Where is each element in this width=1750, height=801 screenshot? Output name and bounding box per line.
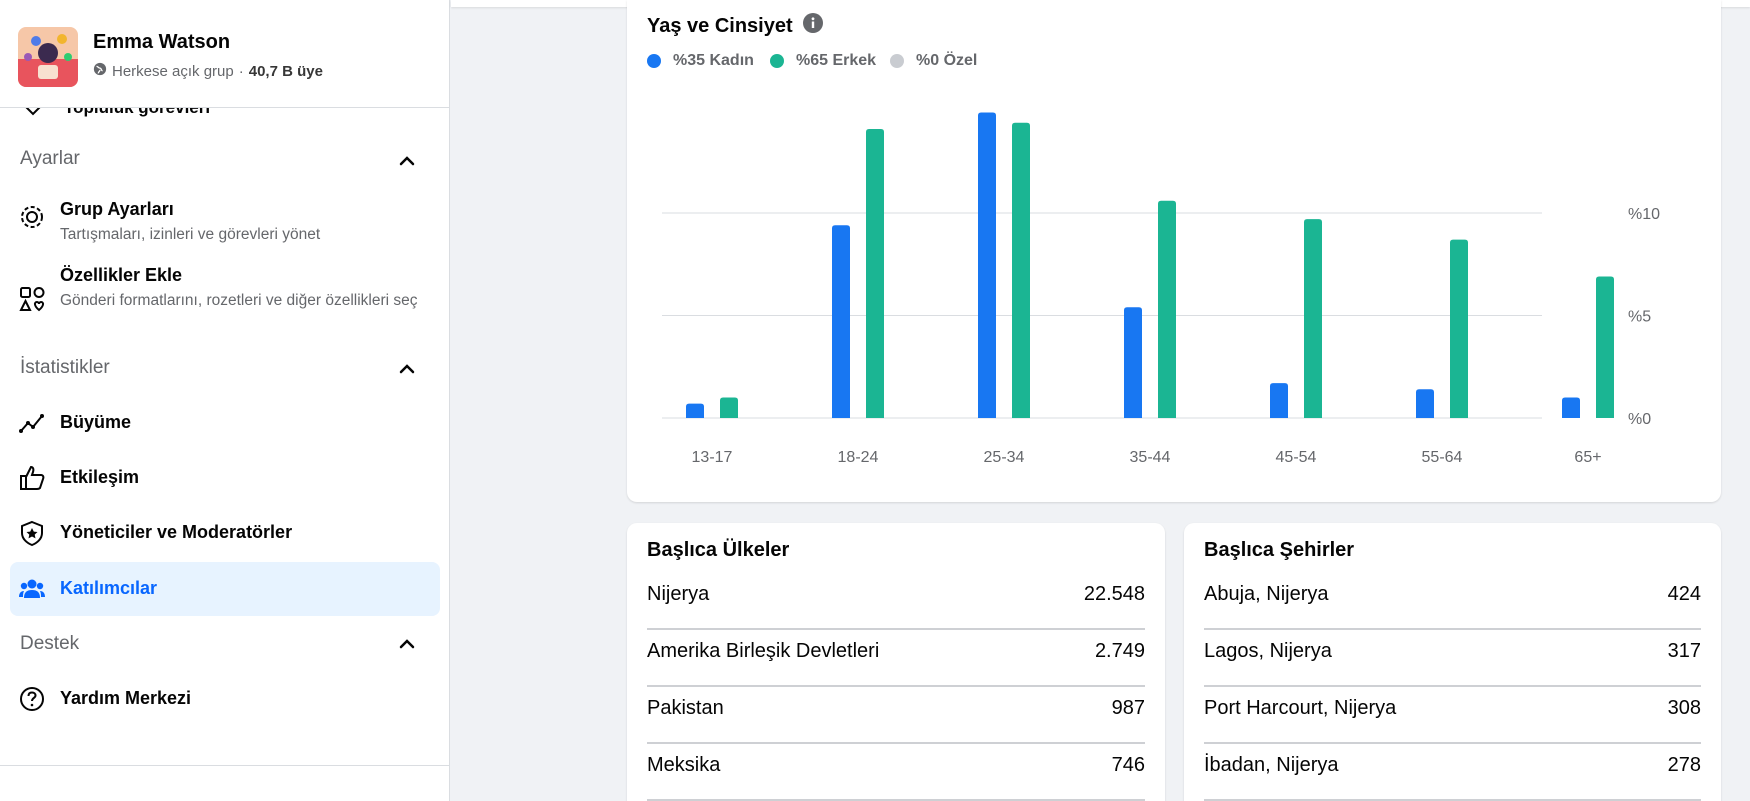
chevron-up-icon[interactable]: [396, 150, 418, 172]
x-tick-label: 65+: [1574, 449, 1601, 466]
bar-kadın-25-34[interactable]: [978, 112, 996, 419]
bar-erkek-25-34[interactable]: [1012, 122, 1030, 419]
y-tick-label: %10: [1628, 206, 1660, 223]
city-name: Port Harcourt, Nijerya: [1204, 697, 1397, 719]
country-row: Pakistan 987: [647, 687, 1145, 744]
sidebar: Emma Watson Herkese açık grup · 40,7 B ü…: [0, 0, 450, 801]
city-count: 424: [1667, 583, 1701, 605]
chevron-up-icon[interactable]: [396, 633, 418, 655]
sidebar-item-engagement[interactable]: Etkileşim: [10, 453, 440, 503]
x-tick-label: 45-54: [1276, 449, 1317, 466]
section-support-title: Destek: [20, 633, 80, 654]
bar-kadın-45-54[interactable]: [1270, 383, 1288, 418]
x-tick-label: 25-34: [984, 449, 1025, 466]
sidebar-item-label: Büyüme: [60, 412, 132, 432]
section-settings-title: Ayarlar: [20, 148, 80, 169]
shield-star-icon: [18, 519, 46, 547]
sidebar-item-growth[interactable]: Büyüme: [10, 398, 440, 448]
city-count: 308: [1667, 697, 1701, 719]
sidebar-item-add-features[interactable]: Özellikler Ekle Gönderi formatlarını, ro…: [10, 261, 440, 341]
bar-erkek-45-54[interactable]: [1304, 219, 1322, 418]
top-countries-card: Başlıca Ülkeler Nijerya 22.548 Amerika B…: [627, 523, 1165, 801]
group-name[interactable]: Emma Watson: [93, 31, 230, 54]
x-tick-label: 55-64: [1422, 449, 1463, 466]
city-name: İbadan, Nijerya: [1204, 754, 1339, 776]
age-gender-card: Yaş ve Cinsiyet %35 Kadın %65 Erkek %0 Ö…: [627, 0, 1721, 502]
bar-erkek-13-17[interactable]: [720, 397, 738, 419]
group-meta: Herkese açık grup · 40,7 B üye: [93, 62, 323, 80]
x-tick-label: 18-24: [838, 449, 879, 466]
country-row: Nijerya 22.548: [647, 573, 1145, 630]
people-icon: [18, 575, 46, 603]
globe-icon: [93, 62, 107, 80]
sidebar-item-admins-moderators[interactable]: Yöneticiler ve Moderatörler: [10, 508, 440, 558]
bar-erkek-35-44[interactable]: [1158, 200, 1176, 418]
country-row: Amerika Birleşik Devletleri 2.749: [647, 630, 1145, 687]
x-tick-label: 35-44: [1130, 449, 1171, 466]
sidebar-item-description: Tartışmaları, izinleri ve görevleri yöne…: [60, 226, 321, 243]
city-row: Abuja, Nijerya 424: [1204, 573, 1701, 630]
age-gender-chart: %0 %5 %10 13-17 18-24 25-34 35-44 45-54 55-64 65+: [662, 112, 1660, 466]
city-name: Lagos, Nijerya: [1204, 640, 1332, 662]
city-name: Abuja, Nijerya: [1204, 583, 1329, 605]
country-count: 2.749: [1094, 640, 1145, 662]
bar-erkek-18-24[interactable]: [866, 128, 884, 418]
group-members: 40,7 B üye: [248, 62, 323, 80]
sidebar-item-label: Etkileşim: [60, 467, 140, 487]
bar-kadın-18-24[interactable]: [832, 225, 850, 418]
country-name: Meksika: [647, 754, 721, 776]
x-tick-label: 13-17: [692, 449, 733, 466]
country-row: Meksika 746: [647, 744, 1145, 801]
country-count: 746: [1111, 754, 1145, 776]
chevron-up-icon[interactable]: [396, 358, 418, 380]
sidebar-item-label: Özellikler Ekle: [60, 265, 183, 285]
top-cities-title: Başlıca Şehirler: [1204, 539, 1355, 561]
section-insights-title: İstatistikler: [20, 357, 110, 378]
gear-icon: [18, 203, 46, 231]
city-count: 317: [1667, 640, 1701, 662]
bar-kadın-35-44[interactable]: [1124, 307, 1142, 418]
group-header[interactable]: Emma Watson Herkese açık grup · 40,7 B ü…: [0, 0, 449, 108]
city-count: 278: [1667, 754, 1701, 776]
meta-separator: ·: [238, 62, 244, 80]
group-privacy: Herkese açık grup: [112, 62, 234, 80]
country-name: Nijerya: [647, 583, 710, 605]
sidebar-item-label: Yardım Merkezi: [60, 688, 192, 708]
bar-erkek-65+[interactable]: [1596, 276, 1614, 418]
bar-kadın-55-64[interactable]: [1416, 389, 1434, 418]
shapes-icon: [18, 285, 46, 313]
city-row: İbadan, Nijerya 278: [1204, 744, 1701, 801]
top-countries-title: Başlıca Ülkeler: [647, 539, 790, 561]
sidebar-item-label: Yöneticiler ve Moderatörler: [60, 522, 293, 542]
city-row: Lagos, Nijerya 317: [1204, 630, 1701, 687]
sidebar-item-members[interactable]: Katılımcılar: [10, 562, 440, 616]
bar-kadın-65+[interactable]: [1562, 397, 1580, 419]
sidebar-item-group-settings[interactable]: Grup Ayarları Tartışmaları, izinleri ve …: [10, 193, 440, 253]
thumbs-up-icon: [18, 464, 46, 492]
sidebar-item-description: Gönderi formatlarını, rozetleri ve diğer…: [60, 292, 418, 309]
divider: [0, 765, 449, 766]
bar-kadın-13-17[interactable]: [686, 403, 704, 418]
city-row: Port Harcourt, Nijerya 308: [1204, 687, 1701, 744]
group-avatar[interactable]: [18, 27, 78, 87]
sidebar-item-label: Grup Ayarları: [60, 199, 174, 219]
growth-icon: [18, 409, 46, 437]
country-name: Amerika Birleşik Devletleri: [647, 640, 880, 662]
sidebar-item-label: Katılımcılar: [60, 578, 158, 598]
bar-erkek-55-64[interactable]: [1450, 239, 1468, 418]
top-cities-card: Başlıca Şehirler Abuja, Nijerya 424 Lago…: [1184, 523, 1721, 801]
y-tick-label: %0: [1628, 411, 1651, 428]
y-tick-label: %5: [1628, 309, 1651, 326]
country-count: 987: [1111, 697, 1145, 719]
help-icon: [18, 685, 46, 713]
country-count: 22.548: [1083, 583, 1145, 605]
country-name: Pakistan: [647, 697, 724, 719]
sidebar-item-help-center[interactable]: Yardım Merkezi: [10, 674, 440, 724]
